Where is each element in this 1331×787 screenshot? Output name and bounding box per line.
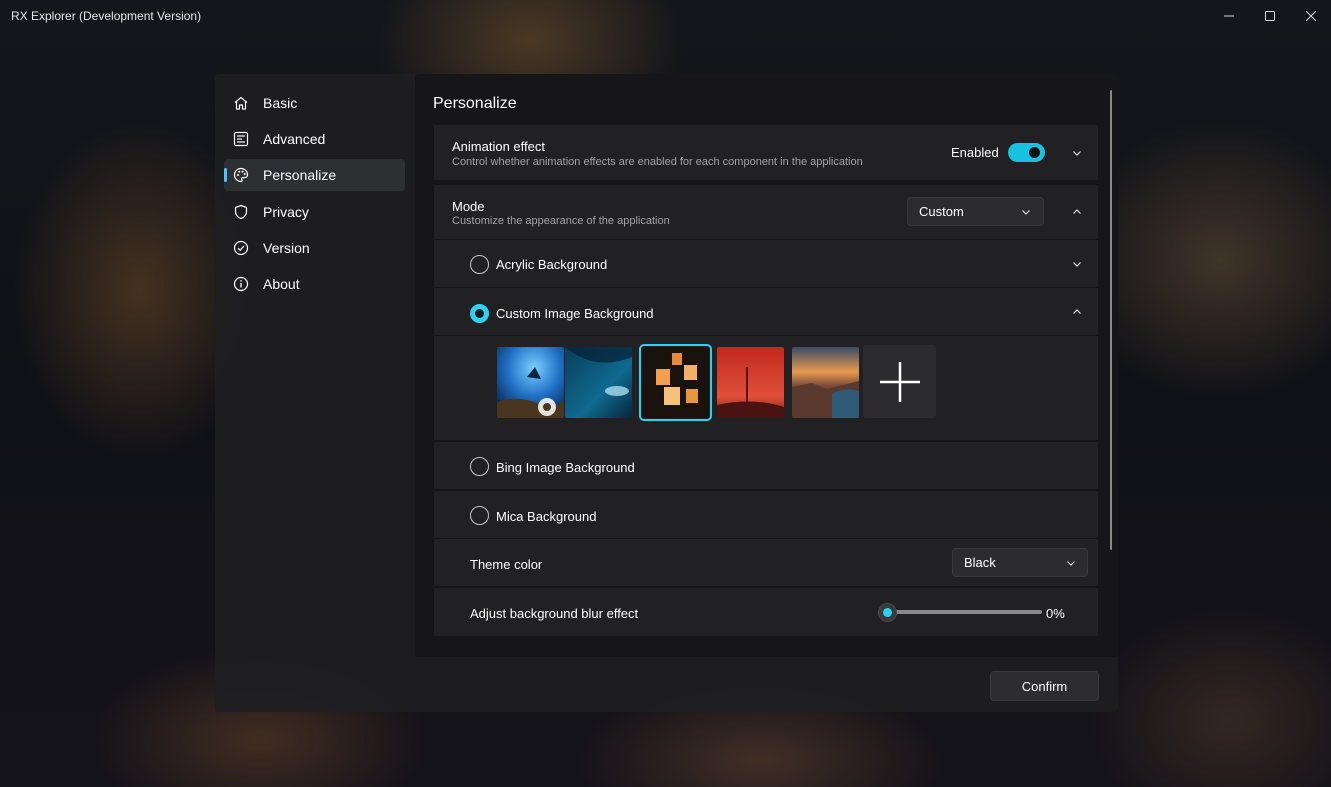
nav-item-personalize[interactable]: Personalize bbox=[224, 159, 405, 191]
blur-value-label: 0% bbox=[1046, 606, 1065, 621]
scrollbar[interactable] bbox=[1110, 90, 1112, 550]
thumbnail-coastal-town-sunset[interactable] bbox=[792, 347, 859, 418]
mode-description: Customize the appearance of the applicat… bbox=[452, 215, 670, 227]
page-title: Personalize bbox=[433, 95, 517, 112]
mica-background-radio[interactable] bbox=[470, 506, 489, 525]
bing-image-background-label: Bing Image Background bbox=[496, 460, 635, 475]
confirm-button[interactable]: Confirm bbox=[990, 671, 1099, 701]
palette-icon bbox=[233, 167, 249, 183]
animation-toggle[interactable] bbox=[1008, 143, 1045, 162]
mica-background-label: Mica Background bbox=[496, 509, 597, 524]
nav-selection-indicator bbox=[224, 168, 227, 182]
theme-color-dropdown[interactable]: Black bbox=[952, 548, 1088, 577]
nav-item-label: Version bbox=[263, 240, 310, 256]
theme-color-dropdown-value: Black bbox=[964, 555, 996, 570]
floating-lanterns-image bbox=[642, 347, 709, 418]
nav-item-label: About bbox=[263, 276, 300, 292]
animation-state-label: Enabled bbox=[951, 145, 999, 160]
blur-slider-thumb[interactable] bbox=[878, 603, 897, 622]
nav-item-advanced[interactable]: Advanced bbox=[224, 123, 405, 155]
thumbnail-ori-game-art[interactable] bbox=[497, 347, 564, 418]
thumbnail-red-landscape[interactable] bbox=[717, 347, 784, 418]
nav-item-about[interactable]: About bbox=[224, 268, 405, 300]
nav-item-basic[interactable]: Basic bbox=[224, 87, 405, 119]
blur-effect-row: Adjust background blur effect 0% bbox=[434, 588, 1098, 636]
chevron-up-icon[interactable] bbox=[1071, 206, 1083, 218]
animation-effect-title: Animation effect bbox=[452, 139, 545, 154]
animation-effect-card: Animation effect Control whether animati… bbox=[434, 125, 1098, 180]
check-circle-icon bbox=[233, 240, 249, 256]
coastal-town-sunset-image bbox=[792, 347, 859, 418]
thumbnail-ice-cave[interactable] bbox=[565, 347, 632, 418]
close-button[interactable] bbox=[1290, 0, 1331, 32]
acrylic-background-radio[interactable] bbox=[470, 255, 489, 274]
minimize-button[interactable] bbox=[1208, 0, 1249, 32]
add-image-button[interactable] bbox=[863, 345, 936, 418]
window-controls bbox=[1208, 0, 1331, 32]
bing-image-background-radio[interactable] bbox=[470, 457, 489, 476]
window-title: RX Explorer (Development Version) bbox=[11, 9, 202, 23]
custom-image-background-label: Custom Image Background bbox=[496, 306, 654, 321]
ice-cave-image bbox=[565, 347, 632, 418]
acrylic-background-row[interactable]: Acrylic Background bbox=[434, 240, 1098, 287]
mode-dropdown[interactable]: Custom bbox=[907, 197, 1044, 226]
custom-image-background-row[interactable]: Custom Image Background bbox=[434, 288, 1098, 335]
mode-card: Mode Customize the appearance of the app… bbox=[434, 185, 1098, 239]
custom-image-background-radio[interactable] bbox=[470, 304, 489, 323]
red-landscape-image bbox=[717, 347, 784, 418]
nav-item-version[interactable]: Version bbox=[224, 232, 405, 264]
nav-item-label: Personalize bbox=[263, 167, 337, 183]
dialog-footer: Confirm bbox=[215, 657, 1118, 712]
nav-item-label: Privacy bbox=[263, 204, 309, 220]
acrylic-background-label: Acrylic Background bbox=[496, 257, 608, 272]
toggle-knob bbox=[1029, 147, 1040, 158]
maximize-button[interactable] bbox=[1249, 0, 1290, 32]
home-icon bbox=[234, 96, 248, 110]
settings-nav: Basic Advanced Personalize Privacy Versi… bbox=[215, 74, 415, 657]
nav-item-privacy[interactable]: Privacy bbox=[224, 196, 405, 228]
thumbnail-floating-lanterns[interactable] bbox=[639, 344, 712, 421]
slider-thumb-dot bbox=[883, 608, 892, 617]
bing-image-background-row[interactable]: Bing Image Background bbox=[434, 442, 1098, 489]
personalize-panel: Personalize Animation effect Control whe… bbox=[415, 74, 1118, 657]
mica-background-row[interactable]: Mica Background bbox=[434, 491, 1098, 538]
mode-dropdown-value: Custom bbox=[919, 204, 964, 219]
nav-item-label: Advanced bbox=[263, 131, 326, 147]
settings-dialog: Basic Advanced Personalize Privacy Versi… bbox=[215, 74, 1118, 712]
chevron-down-icon bbox=[1067, 561, 1075, 566]
chevron-up-icon[interactable] bbox=[1071, 306, 1083, 318]
chevron-down-icon[interactable] bbox=[1071, 147, 1083, 159]
advanced-settings-icon bbox=[233, 131, 249, 147]
animation-effect-description: Control whether animation effects are en… bbox=[452, 156, 863, 168]
title-bar[interactable]: RX Explorer (Development Version) bbox=[0, 0, 1331, 32]
plus-icon bbox=[879, 361, 920, 402]
nav-item-label: Basic bbox=[263, 95, 298, 111]
chevron-down-icon bbox=[1022, 210, 1030, 215]
blur-slider-track[interactable] bbox=[888, 610, 1042, 614]
blur-effect-label: Adjust background blur effect bbox=[470, 606, 639, 621]
mode-title: Mode bbox=[452, 199, 485, 214]
chevron-down-icon[interactable] bbox=[1071, 258, 1083, 270]
image-gallery bbox=[434, 336, 1098, 440]
ori-game-art-image bbox=[497, 347, 564, 418]
minimize-icon bbox=[1223, 15, 1234, 17]
shield-icon bbox=[234, 204, 248, 220]
close-icon bbox=[1305, 11, 1316, 21]
maximize-icon bbox=[1264, 11, 1275, 21]
theme-color-row: Theme color Black bbox=[434, 539, 1098, 586]
info-icon bbox=[233, 276, 249, 292]
theme-color-label: Theme color bbox=[470, 557, 543, 572]
